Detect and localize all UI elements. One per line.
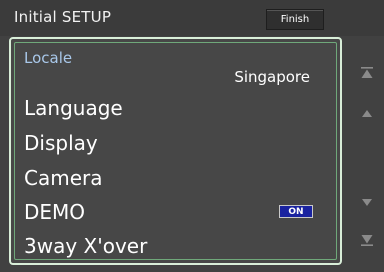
list-item-camera[interactable]: Camera [24,166,103,190]
demo-on-toggle[interactable]: ON [279,205,313,218]
locale-value[interactable]: Singapore [234,68,310,86]
scroll-bottom-icon[interactable] [360,233,374,247]
page-title: Initial SETUP [14,8,112,26]
scroll-up-icon[interactable] [360,106,374,120]
list-item-language[interactable]: Language [24,96,123,120]
finish-button[interactable]: Finish [266,9,324,30]
list-item-display[interactable]: Display [24,131,98,155]
scroll-down-icon[interactable] [360,196,374,210]
header-bar: Initial SETUP Finish [0,0,384,36]
locale-label[interactable]: Locale [24,49,72,67]
scrollbar [348,44,384,266]
list-item-demo[interactable]: DEMO [24,200,85,224]
list-item-3way-xover[interactable]: 3way X'over [24,234,147,258]
scroll-top-icon[interactable] [360,66,374,80]
settings-list: Locale Singapore Language Display Camera… [9,37,342,265]
